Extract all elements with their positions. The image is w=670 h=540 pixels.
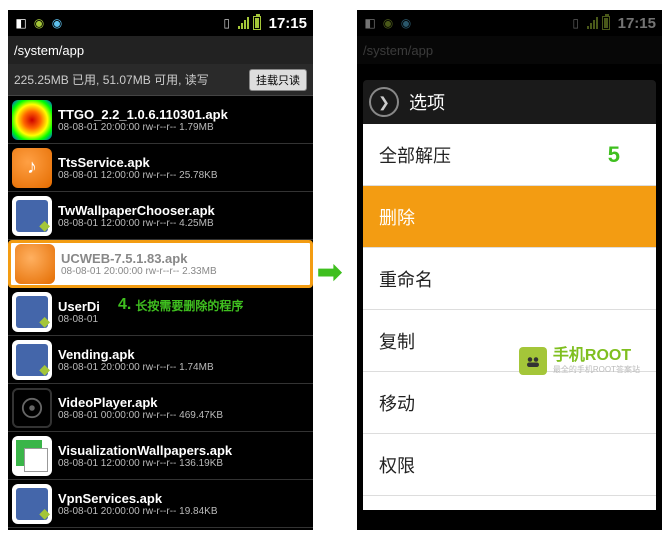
file-name: TtsService.apk xyxy=(58,155,309,170)
file-meta: 08-08-01 xyxy=(58,314,309,325)
back-icon[interactable]: ❯ xyxy=(369,87,399,117)
apk-icon: ◆ xyxy=(12,484,52,524)
storage-text: 225.25MB 已用, 51.07MB 可用, 读写 xyxy=(14,71,249,88)
notif-icon: ◧ xyxy=(14,16,28,30)
watermark-subtext: 最全的手机ROOT答案站 xyxy=(553,366,640,374)
file-list[interactable]: TTGO_2.2_1.0.6.110301.apk08-08-01 20:00:… xyxy=(8,96,313,530)
option-label: 重命名 xyxy=(379,266,433,292)
file-row[interactable]: VisualizationWallpapers.apk08-08-01 12:0… xyxy=(8,432,313,480)
watermark: 手机ROOT 最全的手机ROOT答案站 xyxy=(519,347,640,375)
storage-row: 225.25MB 已用, 51.07MB 可用, 读写 挂载只读 xyxy=(8,64,313,96)
title-bar: /system/app xyxy=(8,36,313,64)
android-icon: ◉ xyxy=(32,16,46,30)
file-row[interactable]: UCWEB-7.5.1.83.apk08-08-01 20:00:00 rw-r… xyxy=(8,240,313,288)
arrow-icon: ➡ xyxy=(317,255,342,290)
file-row[interactable]: VideoPlayer.apk08-08-01 00:00:00 rw-r--r… xyxy=(8,384,313,432)
file-row[interactable]: ◆ Vending.apk08-08-01 20:00:00 rw-r--r-- … xyxy=(8,336,313,384)
globe-icon: ◉ xyxy=(50,16,64,30)
apk-icon: ◆ xyxy=(12,292,52,332)
options-header: ❯ 选项 xyxy=(363,80,656,124)
battery-icon xyxy=(253,16,261,30)
watermark-logo xyxy=(519,347,547,375)
file-row[interactable]: ◆ VpnServices.apk08-08-01 20:00:00 rw-r--… xyxy=(8,480,313,528)
options-list: 全部解压 5 删除重命名复制移动权限 xyxy=(363,124,656,510)
file-name: VisualizationWallpapers.apk xyxy=(58,443,309,458)
file-name: Vending.apk xyxy=(58,347,309,362)
file-meta: 08-08-01 20:00:00 rw-r--r-- 1.74MB xyxy=(58,362,309,373)
file-name: VideoPlayer.apk xyxy=(58,395,309,410)
file-row[interactable]: ♪ TtsService.apk08-08-01 12:00:00 rw-r--r… xyxy=(8,144,313,192)
apk-icon: ◆ xyxy=(12,196,52,236)
phone-right: ◧ ◉ ◉ ▯ 17:15 /system/app ❯ 选项 全部解压5删除重命… xyxy=(357,10,662,530)
option-label: 复制 xyxy=(379,328,415,354)
option-label: 权限 xyxy=(379,452,415,478)
file-row[interactable]: ◆UserDi08-08-014.长按需要删除的程序 xyxy=(8,288,313,336)
file-meta: 08-08-01 20:00:00 rw-r--r-- 2.33MB xyxy=(61,266,306,277)
file-meta: 08-08-01 20:00:00 rw-r--r-- 19.84KB xyxy=(58,506,309,517)
uc-icon xyxy=(15,244,55,284)
status-bar: ◧ ◉ ◉ ▯ 17:15 xyxy=(8,10,313,36)
option-item[interactable]: 移动 xyxy=(363,372,656,434)
file-meta: 08-08-01 00:00:00 rw-r--r-- 469.47KB xyxy=(58,410,309,421)
file-row[interactable]: TTGO_2.2_1.0.6.110301.apk08-08-01 20:00:… xyxy=(8,96,313,144)
file-meta: 08-08-01 12:00:00 rw-r--r-- 25.78KB xyxy=(58,170,309,181)
tts-icon: ♪ xyxy=(12,148,52,188)
apk-icon: ◆ xyxy=(12,340,52,380)
option-label: 删除 xyxy=(379,204,415,230)
option-item[interactable]: 全部解压 5 xyxy=(363,124,656,186)
file-name: TTGO_2.2_1.0.6.110301.apk xyxy=(58,107,309,122)
file-meta: 08-08-01 20:00:00 rw-r--r-- 1.79MB xyxy=(58,122,309,133)
file-name: VpnServices.apk xyxy=(58,491,309,506)
visual-icon xyxy=(12,436,52,476)
option-item[interactable]: 重命名 xyxy=(363,248,656,310)
file-name: TwWallpaperChooser.apk xyxy=(58,203,309,218)
file-meta: 08-08-01 12:00:00 rw-r--r-- 136.19KB xyxy=(58,458,309,469)
option-label: 全部解压 xyxy=(379,142,451,168)
card-icon: ▯ xyxy=(220,16,234,30)
annotation-4: 4.长按需要删除的程序 xyxy=(118,296,243,314)
file-row[interactable]: ◆ TwWallpaperChooser.apk08-08-01 12:00:00… xyxy=(8,192,313,240)
file-meta: 08-08-01 12:00:00 rw-r--r-- 4.25MB xyxy=(58,218,309,229)
signal-icon xyxy=(238,17,249,29)
path-text: /system/app xyxy=(14,43,307,58)
clock: 17:15 xyxy=(269,15,307,32)
mount-button[interactable]: 挂载只读 xyxy=(249,69,307,91)
watermark-text: 手机ROOT xyxy=(553,348,640,364)
video-icon xyxy=(12,388,52,428)
annotation-5: 5 xyxy=(608,142,620,168)
file-name: UCWEB-7.5.1.83.apk xyxy=(61,251,306,266)
option-label: 移动 xyxy=(379,390,415,416)
option-item[interactable]: 删除 xyxy=(363,186,656,248)
options-title: 选项 xyxy=(409,89,445,115)
phone-left: ◧ ◉ ◉ ▯ 17:15 /system/app 225.25MB 已用, 5… xyxy=(8,10,313,530)
ttgo-icon xyxy=(12,100,52,140)
option-item[interactable]: 权限 xyxy=(363,434,656,496)
